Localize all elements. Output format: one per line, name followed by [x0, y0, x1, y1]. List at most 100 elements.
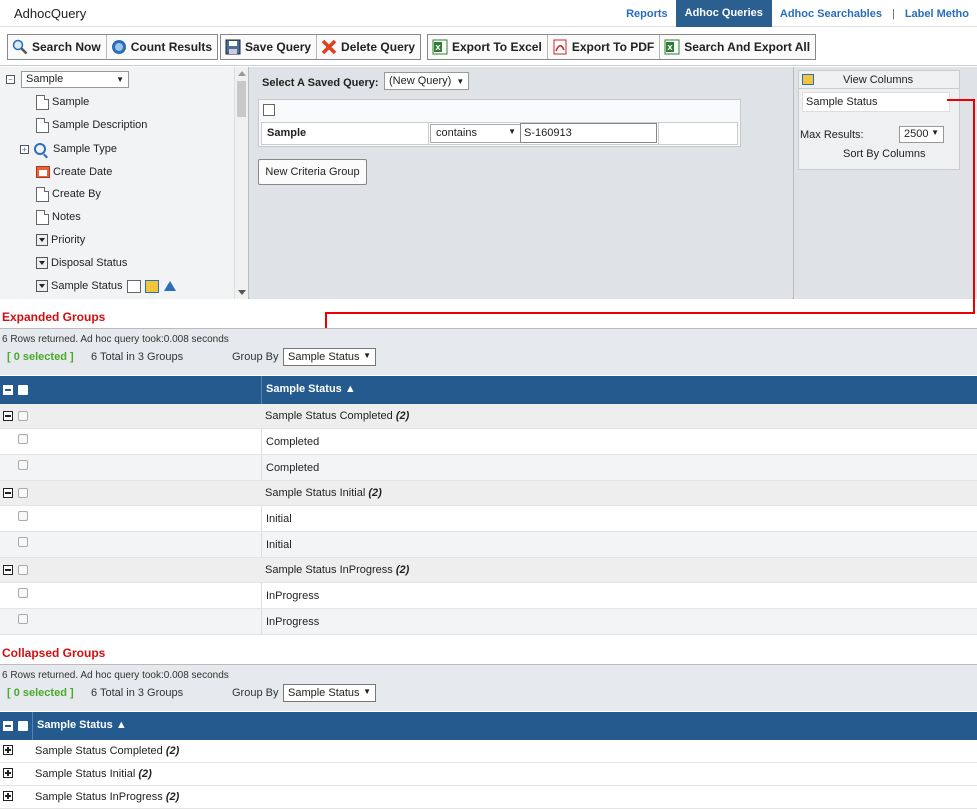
nav-separator: |: [891, 7, 895, 20]
cell-sample-status: Initial: [266, 513, 292, 525]
field-item-sample[interactable]: Sample: [36, 92, 89, 112]
row-checkbox[interactable]: [18, 488, 28, 498]
collapsed-grid-header: Sample Status ▲: [0, 712, 977, 740]
row-checkbox[interactable]: [18, 537, 28, 547]
export-pdf-button[interactable]: Export To PDF: [548, 35, 661, 59]
expand-group-icon[interactable]: [3, 791, 13, 801]
collapse-group-icon[interactable]: [3, 411, 13, 421]
group-count: (2): [395, 564, 410, 576]
save-query-button[interactable]: Save Query: [221, 35, 318, 59]
delete-query-button[interactable]: Delete Query: [317, 35, 420, 59]
nav-adhoc-queries[interactable]: Adhoc Queries: [675, 0, 772, 27]
table-row[interactable]: Completed: [0, 429, 977, 455]
expanded-grid-header: Sample Status ▲: [0, 376, 977, 404]
view-column-item[interactable]: Sample Status: [802, 92, 950, 112]
table-row[interactable]: Initial: [0, 506, 977, 532]
add-column-icon[interactable]: [144, 279, 159, 293]
search-button-group: Search Now Count Results: [7, 34, 219, 60]
row-checkbox[interactable]: [18, 511, 28, 521]
group-by-select[interactable]: Sample Status ▼: [283, 684, 376, 702]
entity-select[interactable]: Sample ▼: [21, 70, 129, 88]
selected-count[interactable]: [ 0 selected ]: [7, 351, 74, 363]
row-checkbox[interactable]: [18, 434, 28, 444]
cell-sample-status: Completed: [266, 462, 320, 474]
nav-label-methods[interactable]: Label Metho: [897, 8, 977, 20]
view-columns-header: View Columns: [799, 71, 959, 89]
columns-icon: [802, 74, 814, 85]
group-row[interactable]: Sample Status Initial (2): [0, 481, 977, 506]
search-export-all-button[interactable]: X Search And Export All: [660, 35, 815, 59]
toolbar: Search Now Count Results Save Query Dele…: [0, 28, 977, 66]
select-all-checkbox[interactable]: [18, 385, 28, 395]
criteria-value-input[interactable]: S-160913: [520, 123, 657, 143]
group-label: Sample Status Completed (2): [35, 745, 180, 757]
field-item-sample-status[interactable]: Sample Status: [36, 276, 176, 296]
select-all-checkbox[interactable]: [18, 721, 28, 731]
delete-icon: [321, 39, 337, 55]
criteria-filter-icon[interactable]: [263, 104, 275, 116]
field-item-notes[interactable]: Notes: [36, 207, 81, 227]
collapsed-group-row[interactable]: Sample Status InProgress (2): [0, 786, 977, 809]
saved-query-label: Select A Saved Query:: [262, 77, 379, 89]
search-now-button[interactable]: Search Now: [8, 35, 107, 59]
table-row[interactable]: Completed: [0, 455, 977, 481]
saved-query-select[interactable]: (New Query) ▼: [384, 72, 470, 90]
group-label: Sample Status InProgress (2): [35, 791, 180, 803]
nav-adhoc-searchables[interactable]: Adhoc Searchables: [772, 8, 890, 20]
collapse-tree-icon[interactable]: −: [6, 74, 15, 84]
row-checkbox[interactable]: [18, 588, 28, 598]
expand-group-icon[interactable]: [3, 745, 13, 755]
count-results-button[interactable]: Count Results: [107, 35, 217, 59]
query-panel: Select A Saved Query: (New Query) ▼ Samp…: [250, 67, 792, 299]
table-row[interactable]: InProgress: [0, 583, 977, 609]
collapse-group-icon[interactable]: [3, 488, 13, 498]
divider: [261, 429, 262, 454]
collapse-group-icon[interactable]: [3, 565, 13, 575]
export-excel-button[interactable]: X Export To Excel: [428, 35, 548, 59]
field-label: Sample Status: [51, 280, 123, 292]
field-label: Create By: [52, 188, 101, 200]
nav-reports[interactable]: Reports: [618, 8, 676, 20]
field-label: Sample Description: [52, 119, 148, 131]
field-item-sample-description[interactable]: Sample Description: [36, 115, 147, 135]
collapse-all-icon[interactable]: [3, 721, 13, 731]
table-row[interactable]: InProgress: [0, 609, 977, 635]
sort-up-icon[interactable]: [163, 281, 176, 291]
field-item-create-by[interactable]: Create By: [36, 184, 101, 204]
group-row[interactable]: Sample Status Completed (2): [0, 404, 977, 429]
collapsed-group-row[interactable]: Sample Status Completed (2): [0, 740, 977, 763]
selected-count[interactable]: [ 0 selected ]: [7, 687, 74, 699]
annotation-line: [947, 99, 975, 101]
row-checkbox[interactable]: [18, 411, 28, 421]
table-row[interactable]: Initial: [0, 532, 977, 558]
column-header-sample-status[interactable]: Sample Status ▲: [37, 719, 127, 731]
add-filter-icon[interactable]: [126, 279, 141, 293]
field-list-scrollbar[interactable]: [234, 67, 248, 299]
cell-sample-status: InProgress: [266, 616, 320, 628]
row-checkbox[interactable]: [18, 565, 28, 575]
collapse-all-icon[interactable]: [3, 385, 13, 395]
scroll-thumb[interactable]: [237, 81, 246, 117]
field-item-sample-type[interactable]: + Sample Type: [20, 139, 117, 159]
new-criteria-group-button[interactable]: New Criteria Group: [258, 159, 367, 185]
scroll-up-icon[interactable]: [238, 71, 246, 76]
criteria-operator-select[interactable]: contains ▼: [430, 124, 522, 143]
max-results-select[interactable]: 2500 ▼: [899, 126, 944, 143]
row-checkbox[interactable]: [18, 614, 28, 624]
field-item-priority[interactable]: Priority: [36, 230, 85, 250]
collapsed-group-row[interactable]: Sample Status Initial (2): [0, 763, 977, 786]
group-row[interactable]: Sample Status InProgress (2): [0, 558, 977, 583]
expand-tree-icon[interactable]: +: [20, 144, 29, 154]
field-label: Create Date: [53, 166, 113, 178]
chevron-down-icon: ▼: [931, 128, 939, 137]
scroll-down-icon[interactable]: [238, 290, 246, 295]
field-item-disposal-status[interactable]: Disposal Status: [36, 253, 127, 273]
field-list: − Sample ▼ Sample Sample Description + S…: [0, 67, 232, 299]
group-by-select[interactable]: Sample Status ▼: [283, 348, 376, 366]
collapsed-groups-title: Collapsed Groups: [2, 646, 106, 660]
field-item-create-date[interactable]: Create Date: [36, 162, 112, 182]
expand-group-icon[interactable]: [3, 768, 13, 778]
column-header-sample-status[interactable]: Sample Status ▲: [266, 383, 356, 395]
divider: [261, 532, 262, 557]
row-checkbox[interactable]: [18, 460, 28, 470]
